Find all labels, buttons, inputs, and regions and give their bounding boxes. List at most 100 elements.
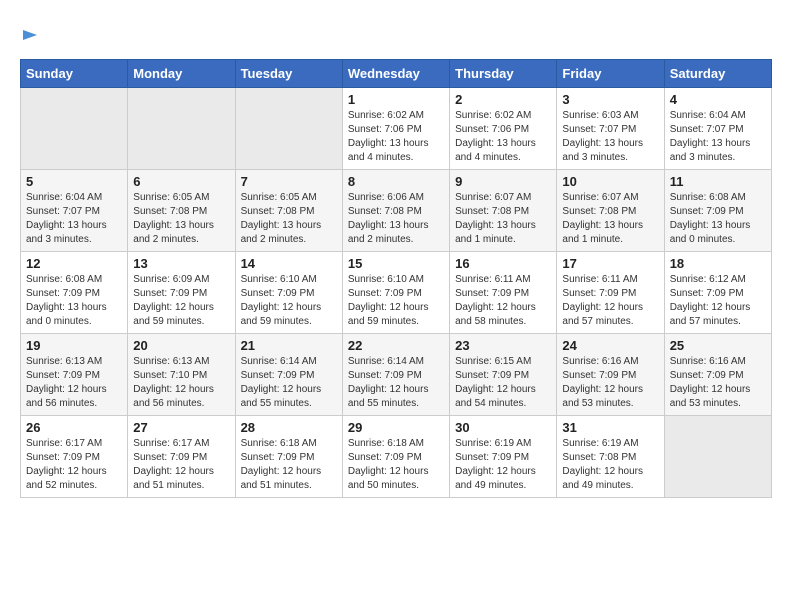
calendar-cell: 18Sunrise: 6:12 AMSunset: 7:09 PMDayligh… xyxy=(664,252,771,334)
day-info: Sunrise: 6:06 AMSunset: 7:08 PMDaylight:… xyxy=(348,191,444,247)
calendar-cell: 13 Sunrise: 6:09 AMSunset: 7:09 PMDayligh… xyxy=(128,252,235,334)
calendar-cell: 29 Sunrise: 6:18 AMSunset: 7:09 PMDayligh… xyxy=(342,416,449,498)
calendar-cell: 20 Sunrise: 6:13 AMSunset: 7:10 PMDayligh… xyxy=(128,334,235,416)
day-number: 15 xyxy=(348,256,444,271)
logo xyxy=(20,20,41,49)
calendar-cell: 15 Sunrise: 6:10 AMSunset: 7:09 PMDayligh… xyxy=(342,252,449,334)
calendar-cell: 21 Sunrise: 6:14 AMSunset: 7:09 PMDayligh… xyxy=(235,334,342,416)
day-number: 29 xyxy=(348,420,444,435)
calendar-cell xyxy=(235,88,342,170)
day-number: 23 xyxy=(455,338,551,353)
day-info: Sunrise: 6:18 AMSunset: 7:09 PMDaylight:… xyxy=(241,437,337,493)
col-header-thursday: Thursday xyxy=(450,60,557,88)
day-number: 14 xyxy=(241,256,337,271)
day-info: Sunrise: 6:08 AMSunset: 7:09 PMDaylight:… xyxy=(26,273,122,329)
calendar-cell: 3 Sunrise: 6:03 AMSunset: 7:07 PMDaylight… xyxy=(557,88,664,170)
day-number: 10 xyxy=(562,174,658,189)
day-info: Sunrise: 6:17 AMSunset: 7:09 PMDaylight:… xyxy=(26,437,122,493)
calendar-cell: 27 Sunrise: 6:17 AMSunset: 7:09 PMDayligh… xyxy=(128,416,235,498)
day-info: Sunrise: 6:17 AMSunset: 7:09 PMDaylight:… xyxy=(133,437,229,493)
calendar-cell: 6Sunrise: 6:05 AMSunset: 7:08 PMDaylight… xyxy=(128,170,235,252)
day-info: Sunrise: 6:10 AMSunset: 7:09 PMDaylight:… xyxy=(348,273,444,329)
day-number: 9 xyxy=(455,174,551,189)
day-number: 28 xyxy=(241,420,337,435)
day-info: Sunrise: 6:18 AMSunset: 7:09 PMDaylight:… xyxy=(348,437,444,493)
calendar-cell: 30Sunrise: 6:19 AMSunset: 7:09 PMDayligh… xyxy=(450,416,557,498)
day-number: 5 xyxy=(26,174,122,189)
col-header-sunday: Sunday xyxy=(21,60,128,88)
day-info: Sunrise: 6:11 AMSunset: 7:09 PMDaylight:… xyxy=(455,273,551,329)
calendar-cell: 23 Sunrise: 6:15 AMSunset: 7:09 PMDayligh… xyxy=(450,334,557,416)
calendar-cell: 5Sunrise: 6:04 AMSunset: 7:07 PMDaylight… xyxy=(21,170,128,252)
calendar-cell: 28 Sunrise: 6:18 AMSunset: 7:09 PMDayligh… xyxy=(235,416,342,498)
day-info: Sunrise: 6:13 AMSunset: 7:09 PMDaylight:… xyxy=(26,355,122,411)
day-number: 20 xyxy=(133,338,229,353)
calendar-cell: 2Sunrise: 6:02 AMSunset: 7:06 PMDaylight… xyxy=(450,88,557,170)
day-number: 13 xyxy=(133,256,229,271)
day-number: 31 xyxy=(562,420,658,435)
day-info: Sunrise: 6:14 AMSunset: 7:09 PMDaylight:… xyxy=(348,355,444,411)
calendar-cell: 24Sunrise: 6:16 AMSunset: 7:09 PMDayligh… xyxy=(557,334,664,416)
day-number: 27 xyxy=(133,420,229,435)
day-info: Sunrise: 6:19 AMSunset: 7:08 PMDaylight:… xyxy=(562,437,658,493)
day-info: Sunrise: 6:07 AMSunset: 7:08 PMDaylight:… xyxy=(562,191,658,247)
day-number: 25 xyxy=(670,338,766,353)
day-info: Sunrise: 6:05 AMSunset: 7:08 PMDaylight:… xyxy=(241,191,337,247)
day-info: Sunrise: 6:11 AMSunset: 7:09 PMDaylight:… xyxy=(562,273,658,329)
day-info: Sunrise: 6:16 AMSunset: 7:09 PMDaylight:… xyxy=(670,355,766,411)
day-info: Sunrise: 6:15 AMSunset: 7:09 PMDaylight:… xyxy=(455,355,551,411)
day-number: 17 xyxy=(562,256,658,271)
calendar-cell: 16 Sunrise: 6:11 AMSunset: 7:09 PMDayligh… xyxy=(450,252,557,334)
calendar-cell: 7 Sunrise: 6:05 AMSunset: 7:08 PMDaylight… xyxy=(235,170,342,252)
day-number: 4 xyxy=(670,92,766,107)
calendar-cell: 4 Sunrise: 6:04 AMSunset: 7:07 PMDaylight… xyxy=(664,88,771,170)
day-info: Sunrise: 6:05 AMSunset: 7:08 PMDaylight:… xyxy=(133,191,229,247)
page-header xyxy=(20,20,772,49)
calendar-cell: 22 Sunrise: 6:14 AMSunset: 7:09 PMDayligh… xyxy=(342,334,449,416)
day-info: Sunrise: 6:08 AMSunset: 7:09 PMDaylight:… xyxy=(670,191,766,247)
calendar-cell: 19 Sunrise: 6:13 AMSunset: 7:09 PMDayligh… xyxy=(21,334,128,416)
day-info: Sunrise: 6:14 AMSunset: 7:09 PMDaylight:… xyxy=(241,355,337,411)
day-number: 16 xyxy=(455,256,551,271)
day-info: Sunrise: 6:09 AMSunset: 7:09 PMDaylight:… xyxy=(133,273,229,329)
day-number: 8 xyxy=(348,174,444,189)
calendar-cell: 31 Sunrise: 6:19 AMSunset: 7:08 PMDayligh… xyxy=(557,416,664,498)
day-info: Sunrise: 6:04 AMSunset: 7:07 PMDaylight:… xyxy=(670,109,766,165)
day-number: 26 xyxy=(26,420,122,435)
calendar-cell: 26 Sunrise: 6:17 AMSunset: 7:09 PMDayligh… xyxy=(21,416,128,498)
calendar-cell: 10 Sunrise: 6:07 AMSunset: 7:08 PMDayligh… xyxy=(557,170,664,252)
calendar-cell: 9 Sunrise: 6:07 AMSunset: 7:08 PMDaylight… xyxy=(450,170,557,252)
day-number: 3 xyxy=(562,92,658,107)
calendar-cell: 12 Sunrise: 6:08 AMSunset: 7:09 PMDayligh… xyxy=(21,252,128,334)
col-header-friday: Friday xyxy=(557,60,664,88)
calendar-table: SundayMondayTuesdayWednesdayThursdayFrid… xyxy=(20,59,772,498)
day-number: 7 xyxy=(241,174,337,189)
logo-arrow-icon xyxy=(23,26,41,44)
col-header-saturday: Saturday xyxy=(664,60,771,88)
calendar-cell: 1 Sunrise: 6:02 AMSunset: 7:06 PMDaylight… xyxy=(342,88,449,170)
calendar-cell: 25 Sunrise: 6:16 AMSunset: 7:09 PMDayligh… xyxy=(664,334,771,416)
day-info: Sunrise: 6:07 AMSunset: 7:08 PMDaylight:… xyxy=(455,191,551,247)
calendar-cell xyxy=(21,88,128,170)
day-number: 19 xyxy=(26,338,122,353)
day-number: 12 xyxy=(26,256,122,271)
col-header-tuesday: Tuesday xyxy=(235,60,342,88)
calendar-cell: 8 Sunrise: 6:06 AMSunset: 7:08 PMDaylight… xyxy=(342,170,449,252)
calendar-cell xyxy=(128,88,235,170)
calendar-cell: 14 Sunrise: 6:10 AMSunset: 7:09 PMDayligh… xyxy=(235,252,342,334)
day-info: Sunrise: 6:13 AMSunset: 7:10 PMDaylight:… xyxy=(133,355,229,411)
calendar-cell: 11 Sunrise: 6:08 AMSunset: 7:09 PMDayligh… xyxy=(664,170,771,252)
day-number: 1 xyxy=(348,92,444,107)
day-info: Sunrise: 6:02 AMSunset: 7:06 PMDaylight:… xyxy=(348,109,444,165)
day-number: 24 xyxy=(562,338,658,353)
col-header-monday: Monday xyxy=(128,60,235,88)
day-info: Sunrise: 6:03 AMSunset: 7:07 PMDaylight:… xyxy=(562,109,658,165)
day-number: 22 xyxy=(348,338,444,353)
day-number: 11 xyxy=(670,174,766,189)
day-info: Sunrise: 6:12 AMSunset: 7:09 PMDaylight:… xyxy=(670,273,766,329)
day-number: 21 xyxy=(241,338,337,353)
calendar-cell xyxy=(664,416,771,498)
day-info: Sunrise: 6:10 AMSunset: 7:09 PMDaylight:… xyxy=(241,273,337,329)
day-info: Sunrise: 6:02 AMSunset: 7:06 PMDaylight:… xyxy=(455,109,551,165)
day-number: 30 xyxy=(455,420,551,435)
